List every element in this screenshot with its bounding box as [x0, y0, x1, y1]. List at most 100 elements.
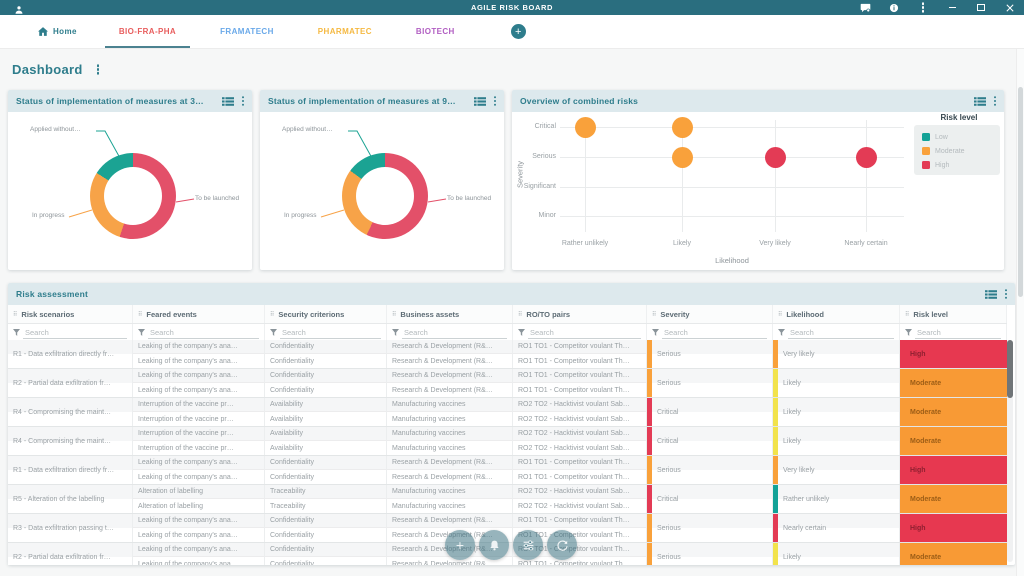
cell-sub: RO2 TO2 - Hacktivist voulant Sab…	[513, 441, 647, 455]
drag-handle-icon[interactable]: ⠿	[270, 311, 274, 318]
filter-icon[interactable]	[518, 329, 525, 336]
column-header[interactable]: ⠿Risk level	[900, 305, 1007, 323]
cell-sub: Leaking of the company's ana…	[133, 456, 265, 470]
legend-item-moderate[interactable]: Moderate	[922, 144, 1000, 158]
table-row[interactable]: R2 - Partial data exfiltration fr…Leakin…	[8, 369, 1007, 398]
feedback-icon[interactable]	[859, 2, 871, 14]
close-button[interactable]	[1004, 2, 1016, 14]
notifications-button[interactable]	[479, 530, 509, 560]
column-header[interactable]: ⠿Risk scenarios	[8, 305, 133, 323]
filter-icon[interactable]	[138, 329, 145, 336]
cell-sub: Research & Development (R&…	[387, 354, 513, 368]
cell-severity: Critical	[647, 427, 773, 455]
add-project-tab-button[interactable]: +	[511, 24, 526, 39]
dashboard-menu-icon[interactable]	[97, 68, 100, 71]
drag-handle-icon[interactable]: ⠿	[778, 311, 782, 318]
minimize-button[interactable]	[946, 2, 958, 14]
cell-sub: RO1 TO1 - Competitor voulant Th…	[513, 340, 647, 354]
legend-item-high[interactable]: High	[922, 158, 1000, 172]
cell-sub: Leaking of the company's ana…	[133, 528, 265, 542]
risk-point-high[interactable]	[765, 147, 786, 168]
table-view-icon[interactable]	[222, 97, 234, 106]
card-menu-icon[interactable]	[494, 100, 497, 103]
risk-point-moderate[interactable]	[672, 117, 693, 138]
card-combined-risks: Overview of combined risks Severity Like…	[512, 90, 1004, 270]
search-input[interactable]	[280, 327, 381, 339]
info-icon[interactable]	[888, 2, 900, 14]
table-scrollbar[interactable]	[1007, 340, 1013, 562]
card-menu-icon[interactable]	[994, 100, 997, 103]
drag-handle-icon[interactable]: ⠿	[392, 311, 396, 318]
table-view-icon[interactable]	[474, 97, 486, 106]
page-scrollbar[interactable]	[1016, 49, 1024, 576]
filter-icon[interactable]	[905, 329, 912, 336]
gridline-h	[560, 187, 904, 188]
table-row[interactable]: R5 - Alteration of the labellingAlterati…	[8, 485, 1007, 514]
cell-sub: RO2 TO2 - Hacktivist voulant Sab…	[513, 412, 647, 426]
search-input[interactable]	[528, 327, 641, 339]
table-view-icon[interactable]	[974, 97, 986, 106]
legend-swatch	[922, 147, 930, 155]
filter-icon[interactable]	[778, 329, 785, 336]
search-input[interactable]	[402, 327, 507, 339]
cell-sub: Confidentiality	[265, 470, 387, 484]
risk-point-moderate[interactable]	[575, 117, 596, 138]
search-input[interactable]	[662, 327, 767, 339]
cell-severity: Serious	[647, 543, 773, 565]
tab-biotech[interactable]: BIOTECH	[402, 15, 469, 48]
table-row[interactable]: R1 - Data exfiltration directly fr…Leaki…	[8, 340, 1007, 369]
drag-handle-icon[interactable]: ⠿	[652, 311, 656, 318]
table-row[interactable]: R1 - Data exfiltration directly fr…Leaki…	[8, 456, 1007, 485]
cell-sub: Confidentiality	[265, 543, 387, 557]
cell-sub: Manufacturing vaccines	[387, 427, 513, 441]
search-input[interactable]	[148, 327, 259, 339]
search-input[interactable]	[788, 327, 894, 339]
filter-icon[interactable]	[13, 329, 20, 336]
column-header[interactable]: ⠿Business assets	[387, 305, 513, 323]
legend-swatch	[922, 133, 930, 141]
risk-point-moderate[interactable]	[672, 147, 693, 168]
table-row[interactable]: R4 - Compromising the maint…Interruption…	[8, 398, 1007, 427]
filter-icon[interactable]	[652, 329, 659, 336]
donut-chart[interactable]	[90, 153, 176, 239]
tab-framatech[interactable]: FRAMATECH	[206, 15, 288, 48]
risk-point-high[interactable]	[856, 147, 877, 168]
cell-likelihood: Very likely	[773, 340, 900, 368]
search-input[interactable]	[23, 327, 127, 339]
table-row[interactable]: R4 - Compromising the maint…Interruption…	[8, 427, 1007, 456]
y-tick-label: Critical	[512, 123, 556, 130]
table-view-icon[interactable]	[985, 290, 997, 299]
titlebar-menu-icon[interactable]	[917, 2, 929, 14]
filter-icon[interactable]	[392, 329, 399, 336]
add-button[interactable]: +	[445, 530, 475, 560]
table-scrollbar-thumb[interactable]	[1007, 340, 1013, 398]
maximize-button[interactable]	[975, 2, 987, 14]
cell-sub: Confidentiality	[265, 456, 387, 470]
tab-home[interactable]: Home	[38, 15, 77, 48]
column-header[interactable]: ⠿Feared events	[133, 305, 265, 323]
filters-button[interactable]	[513, 530, 543, 560]
card-menu-icon[interactable]	[1005, 293, 1008, 296]
column-header[interactable]: ⠿RO/TO pairs	[513, 305, 647, 323]
search-input[interactable]	[915, 327, 1001, 339]
drag-handle-icon[interactable]: ⠿	[138, 311, 142, 318]
cell-sub: Manufacturing vaccines	[387, 441, 513, 455]
cell-risk-level: Moderate	[900, 427, 1007, 455]
tab-pharmatec[interactable]: PHARMATEC	[304, 15, 386, 48]
card-menu-icon[interactable]	[242, 100, 245, 103]
column-header[interactable]: ⠿Likelihood	[773, 305, 900, 323]
column-header[interactable]: ⠿Severity	[647, 305, 773, 323]
tab-bio-fra-pha[interactable]: BIO-FRA-PHA	[105, 15, 190, 48]
column-header[interactable]: ⠿Security criterions	[265, 305, 387, 323]
cell-risk-scenario: R2 - Partial data exfiltration fr…	[8, 543, 133, 565]
donut-chart[interactable]	[342, 153, 428, 239]
filter-icon[interactable]	[270, 329, 277, 336]
drag-handle-icon[interactable]: ⠿	[13, 311, 17, 318]
column-filter	[773, 324, 900, 341]
page-scrollbar-thumb[interactable]	[1018, 87, 1023, 297]
drag-handle-icon[interactable]: ⠿	[905, 311, 909, 318]
drag-handle-icon[interactable]: ⠿	[518, 311, 522, 318]
refresh-button[interactable]	[547, 530, 577, 560]
legend-item-low[interactable]: Low	[922, 130, 1000, 144]
card-measures-status-1: Status of implementation of measures at …	[8, 90, 252, 270]
